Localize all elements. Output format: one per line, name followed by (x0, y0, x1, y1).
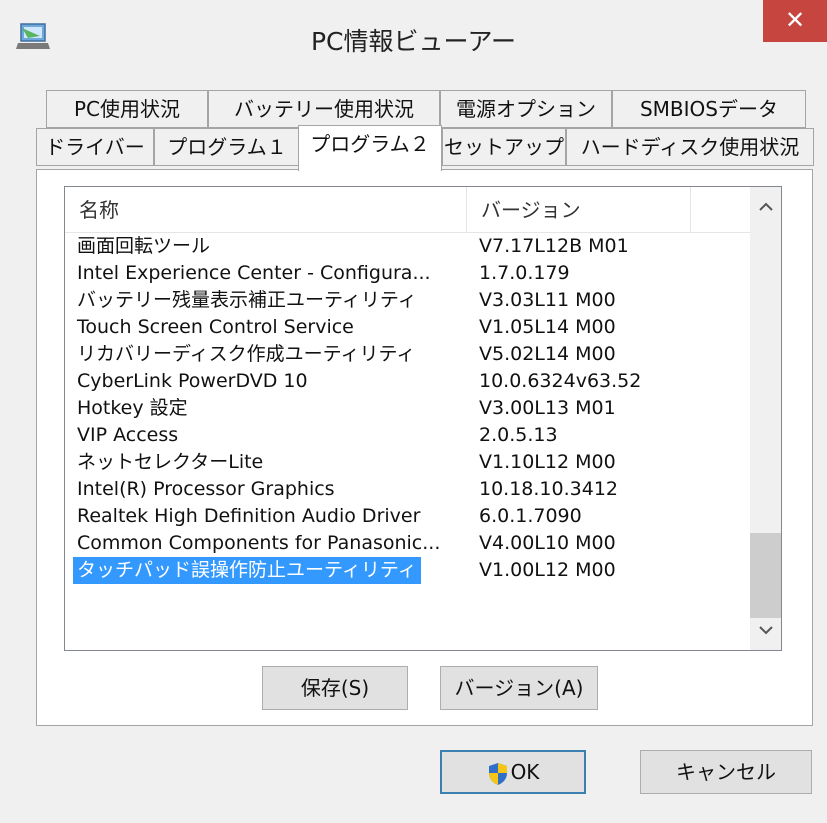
item-name: Touch Screen Control Service (77, 316, 354, 338)
item-name: Realtek High Definition Audio Driver (77, 505, 421, 527)
item-version: 10.0.6324v63.52 (479, 370, 642, 392)
item-version: 6.0.1.7090 (479, 505, 582, 527)
item-name: リカバリーディスク作成ユーティリティ (77, 343, 416, 365)
version-button[interactable]: バージョン(A) (440, 666, 598, 710)
ok-button[interactable]: OK (440, 750, 586, 794)
item-version: 1.7.0.179 (479, 262, 570, 284)
column-header-version[interactable]: バージョン (467, 187, 691, 233)
column-header-name[interactable]: 名称 (65, 187, 467, 233)
close-button[interactable]: ✕ (763, 0, 827, 42)
list-item[interactable]: リカバリーディスク作成ユーティリティ V5.02L14 M00 (65, 341, 750, 368)
item-name: Hotkey 設定 (77, 397, 188, 419)
list-item[interactable]: Hotkey 設定 V3.00L13 M01 (65, 395, 750, 422)
cancel-button[interactable]: キャンセル (640, 750, 812, 794)
list-item[interactable]: Common Components for Panasonic... V4.00L… (65, 530, 750, 557)
item-version: V1.00L12 M00 (479, 559, 616, 581)
list-item[interactable]: Intel Experience Center - Configura... 1.… (65, 260, 750, 287)
list-item[interactable]: 画面回転ツール V7.17L12B M01 (65, 233, 750, 260)
tab-pc-usage[interactable]: PC使用状況 (46, 90, 208, 128)
list-header: 名称 バージョン (65, 187, 750, 233)
tab-battery-usage[interactable]: バッテリー使用状況 (208, 90, 440, 128)
pc-info-viewer-window: PC情報ビューアー ✕ PC使用状況 バッテリー使用状況 電源オプション SMB… (0, 0, 827, 823)
vertical-scrollbar[interactable] (750, 187, 781, 650)
item-version: V5.02L14 M00 (479, 343, 616, 365)
ok-label: OK (510, 760, 540, 784)
item-name: CyberLink PowerDVD 10 (77, 370, 308, 392)
list-item-selected[interactable]: タッチパッド誤操作防止ユーティリティ V1.00L12 M00 (65, 557, 750, 584)
item-version: 2.0.5.13 (479, 424, 558, 446)
tab-smbios-data[interactable]: SMBIOSデータ (612, 90, 806, 128)
item-version: V4.00L10 M00 (479, 532, 616, 554)
window-title: PC情報ビューアー (310, 27, 517, 56)
tab-setup[interactable]: セットアップ (442, 128, 566, 166)
tab-power-options[interactable]: 電源オプション (440, 90, 612, 128)
tab-program-2[interactable]: プログラム２ (298, 125, 442, 171)
title-bar[interactable]: PC情報ビューアー ✕ (0, 0, 827, 74)
item-name: Intel Experience Center - Configura... (77, 262, 431, 284)
list-item[interactable]: VIP Access 2.0.5.13 (65, 422, 750, 449)
list-item[interactable]: CyberLink PowerDVD 10 10.0.6324v63.52 (65, 368, 750, 395)
tab-harddisk-usage[interactable]: ハードディスク使用状況 (566, 128, 814, 166)
item-name: Intel(R) Processor Graphics (77, 478, 335, 500)
list-item[interactable]: バッテリー残量表示補正ユーティリティ V3.03L11 M00 (65, 287, 750, 314)
item-name: VIP Access (77, 424, 179, 446)
list-item[interactable]: Realtek High Definition Audio Driver 6.0.… (65, 503, 750, 530)
item-name: ネットセレクターLite (77, 451, 264, 473)
tab-driver[interactable]: ドライバー (36, 128, 154, 166)
scrollbar-thumb[interactable] (750, 533, 781, 618)
list-item[interactable]: Touch Screen Control Service V1.05L14 M00 (65, 314, 750, 341)
item-version: V1.10L12 M00 (479, 451, 616, 473)
tab-program-1[interactable]: プログラム１ (154, 128, 300, 166)
chevron-down-icon[interactable] (750, 610, 781, 650)
item-name: バッテリー残量表示補正ユーティリティ (77, 289, 417, 311)
item-version: V3.00L13 M01 (479, 397, 616, 419)
list-item[interactable]: Intel(R) Processor Graphics 10.18.10.3412 (65, 476, 750, 503)
item-name: 画面回転ツール (77, 235, 211, 257)
program-list[interactable]: 名称 バージョン 画面回転ツール V7.17L12B M01 Intel Expe… (64, 186, 782, 651)
item-name: タッチパッド誤操作防止ユーティリティ (73, 557, 421, 584)
item-version: V7.17L12B M01 (479, 235, 629, 257)
item-name: Common Components for Panasonic... (77, 532, 441, 554)
list-item[interactable]: ネットセレクターLite V1.10L12 M00 (65, 449, 750, 476)
item-version: V3.03L11 M00 (479, 289, 616, 311)
item-version: 10.18.10.3412 (479, 478, 619, 500)
save-button[interactable]: 保存(S) (262, 666, 408, 710)
item-version: V1.05L14 M00 (479, 316, 616, 338)
chevron-up-icon[interactable] (750, 187, 781, 227)
uac-shield-icon (488, 762, 507, 785)
